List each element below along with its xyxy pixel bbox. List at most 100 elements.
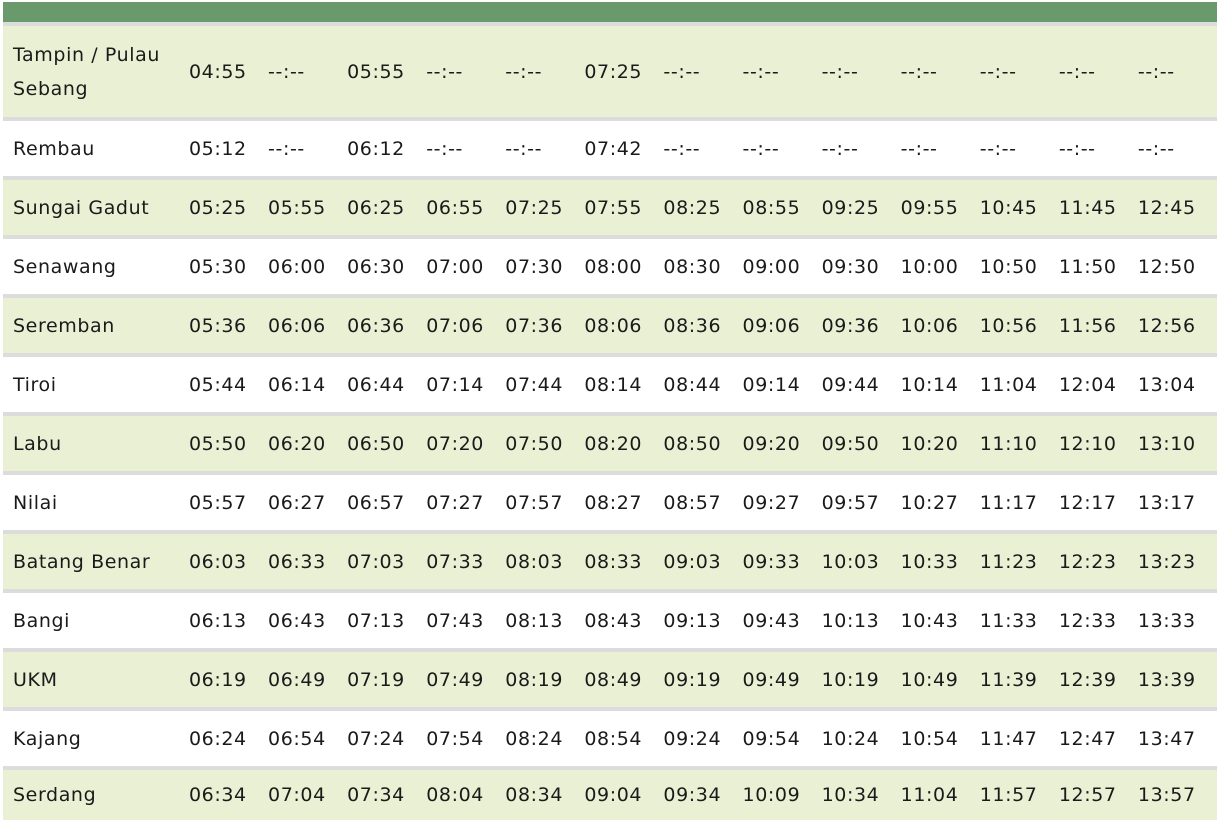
departure-time: 12:10 [1058, 432, 1117, 455]
departure-time: 10:43 [900, 609, 959, 632]
departure-time: 06:19 [188, 668, 247, 691]
departure-time: --:-- [505, 60, 543, 83]
departure-time: 09:06 [742, 314, 801, 337]
departure-time: 07:25 [505, 196, 564, 219]
departure-time: 06:30 [347, 255, 405, 278]
departure-time: 11:45 [1058, 196, 1117, 219]
table-row: Sungai Gadut 05:25 05:55 06:25 06:55 07:25 07:… [3, 180, 1217, 235]
departure-time: 09:13 [663, 609, 722, 632]
departure-time: 06:24 [188, 727, 247, 750]
departure-time: 09:03 [663, 550, 722, 573]
departure-time: 13:57 [1137, 784, 1196, 806]
departure-time: 07:42 [584, 137, 643, 160]
station-name: Senawang [13, 255, 117, 278]
departure-time: 10:34 [821, 784, 880, 806]
departure-time: 10:45 [979, 196, 1038, 219]
departure-time: 06:34 [188, 784, 247, 806]
departure-time: 10:24 [821, 727, 880, 750]
departure-time: 06:20 [268, 432, 326, 455]
departure-time: 05:50 [188, 432, 247, 455]
departure-time: 11:04 [979, 373, 1038, 396]
departure-time: 13:39 [1137, 668, 1196, 691]
departure-time: --:-- [426, 60, 464, 83]
departure-time: 09:33 [742, 550, 801, 573]
departure-time: --:-- [663, 60, 701, 83]
departure-time: 09:34 [663, 784, 722, 806]
departure-time: 07:14 [426, 373, 484, 396]
departure-time: 13:33 [1137, 609, 1196, 632]
departure-time: 06:43 [268, 609, 326, 632]
departure-time: 09:44 [821, 373, 880, 396]
station-name: Serdang [13, 784, 97, 806]
departure-time: --:-- [742, 60, 780, 83]
departure-time: 06:33 [268, 550, 326, 573]
departure-time: 07:55 [584, 196, 643, 219]
departure-time: 07:57 [505, 491, 564, 514]
departure-time: 06:57 [347, 491, 405, 514]
departure-time: 10:09 [742, 784, 801, 806]
station-name: Kajang [13, 727, 82, 750]
departure-time: --:-- [1137, 60, 1175, 83]
departure-time: 12:50 [1137, 255, 1196, 278]
departure-time: 06:36 [347, 314, 405, 337]
departure-time: 10:06 [900, 314, 959, 337]
departure-time: 05:12 [188, 137, 247, 160]
departure-time: 13:17 [1137, 491, 1196, 514]
departure-time: 05:44 [188, 373, 247, 396]
departure-time: 07:34 [347, 784, 405, 806]
departure-time: 06:50 [347, 432, 405, 455]
departure-time: 06:00 [268, 255, 326, 278]
departure-time: 13:23 [1137, 550, 1196, 573]
departure-time: 09:36 [821, 314, 880, 337]
departure-time: 13:47 [1137, 727, 1196, 750]
departure-time: 09:54 [742, 727, 801, 750]
departure-time: 06:06 [268, 314, 326, 337]
departure-time: 10:56 [979, 314, 1038, 337]
table-row: Kajang 06:24 06:54 07:24 07:54 08:24 08:54 09:2… [3, 711, 1217, 766]
departure-time: 11:47 [979, 727, 1038, 750]
departure-time: 07:43 [426, 609, 484, 632]
table-row: Nilai 05:57 06:27 06:57 07:27 07:57 08:27 08:57… [3, 475, 1217, 530]
table-row: Seremban 05:36 06:06 06:36 07:06 07:36 08:06 08… [3, 298, 1217, 353]
departure-time: 11:23 [979, 550, 1038, 573]
departure-time: 12:45 [1137, 196, 1196, 219]
departure-time: 10:20 [900, 432, 959, 455]
departure-time: 08:20 [584, 432, 643, 455]
departure-time: --:-- [426, 137, 464, 160]
departure-time: 09:43 [742, 609, 801, 632]
departure-time: 07:00 [426, 255, 484, 278]
table-row: Batang Benar 06:03 06:33 07:03 07:33 08:03 08:… [3, 534, 1217, 589]
departure-time: 07:36 [505, 314, 564, 337]
departure-time: 09:30 [821, 255, 880, 278]
table-row: UKM 06:19 06:49 07:19 07:49 08:19 08:49 09:19 09… [3, 652, 1217, 707]
table-header-bar [3, 2, 1217, 22]
departure-time: 12:47 [1058, 727, 1117, 750]
table-row: Senawang 05:30 06:00 06:30 07:00 07:30 08:00 08… [3, 239, 1217, 294]
station-name: Rembau [13, 137, 95, 160]
departure-time: 07:50 [505, 432, 564, 455]
departure-time: 07:19 [347, 668, 405, 691]
departure-time: 06:12 [347, 137, 405, 160]
departure-time: 08:34 [505, 784, 564, 806]
departure-time: 07:49 [426, 668, 484, 691]
departure-time: 10:13 [821, 609, 880, 632]
departure-time: 08:14 [584, 373, 643, 396]
station-name: Bangi [13, 609, 71, 632]
departure-time: 08:33 [584, 550, 643, 573]
departure-time: --:-- [1137, 137, 1175, 160]
departure-time: 13:10 [1137, 432, 1196, 455]
departure-time: 12:23 [1058, 550, 1117, 573]
departure-time: 08:30 [663, 255, 722, 278]
departure-time: 07:03 [347, 550, 405, 573]
table-row: Rembau 05:12 --:-- 06:12 --:-- --:-- 07:42 --:-… [3, 121, 1217, 176]
departure-time: 12:04 [1058, 373, 1117, 396]
departure-time: 07:04 [268, 784, 326, 806]
departure-time: 09:04 [584, 784, 643, 806]
departure-time: 08:54 [584, 727, 643, 750]
departure-time: 06:13 [188, 609, 247, 632]
departure-time: 09:50 [821, 432, 880, 455]
departure-time: 09:19 [663, 668, 722, 691]
departure-time: --:-- [1058, 137, 1096, 160]
departure-time: 05:25 [188, 196, 247, 219]
station-name: Tiroi [13, 373, 57, 396]
